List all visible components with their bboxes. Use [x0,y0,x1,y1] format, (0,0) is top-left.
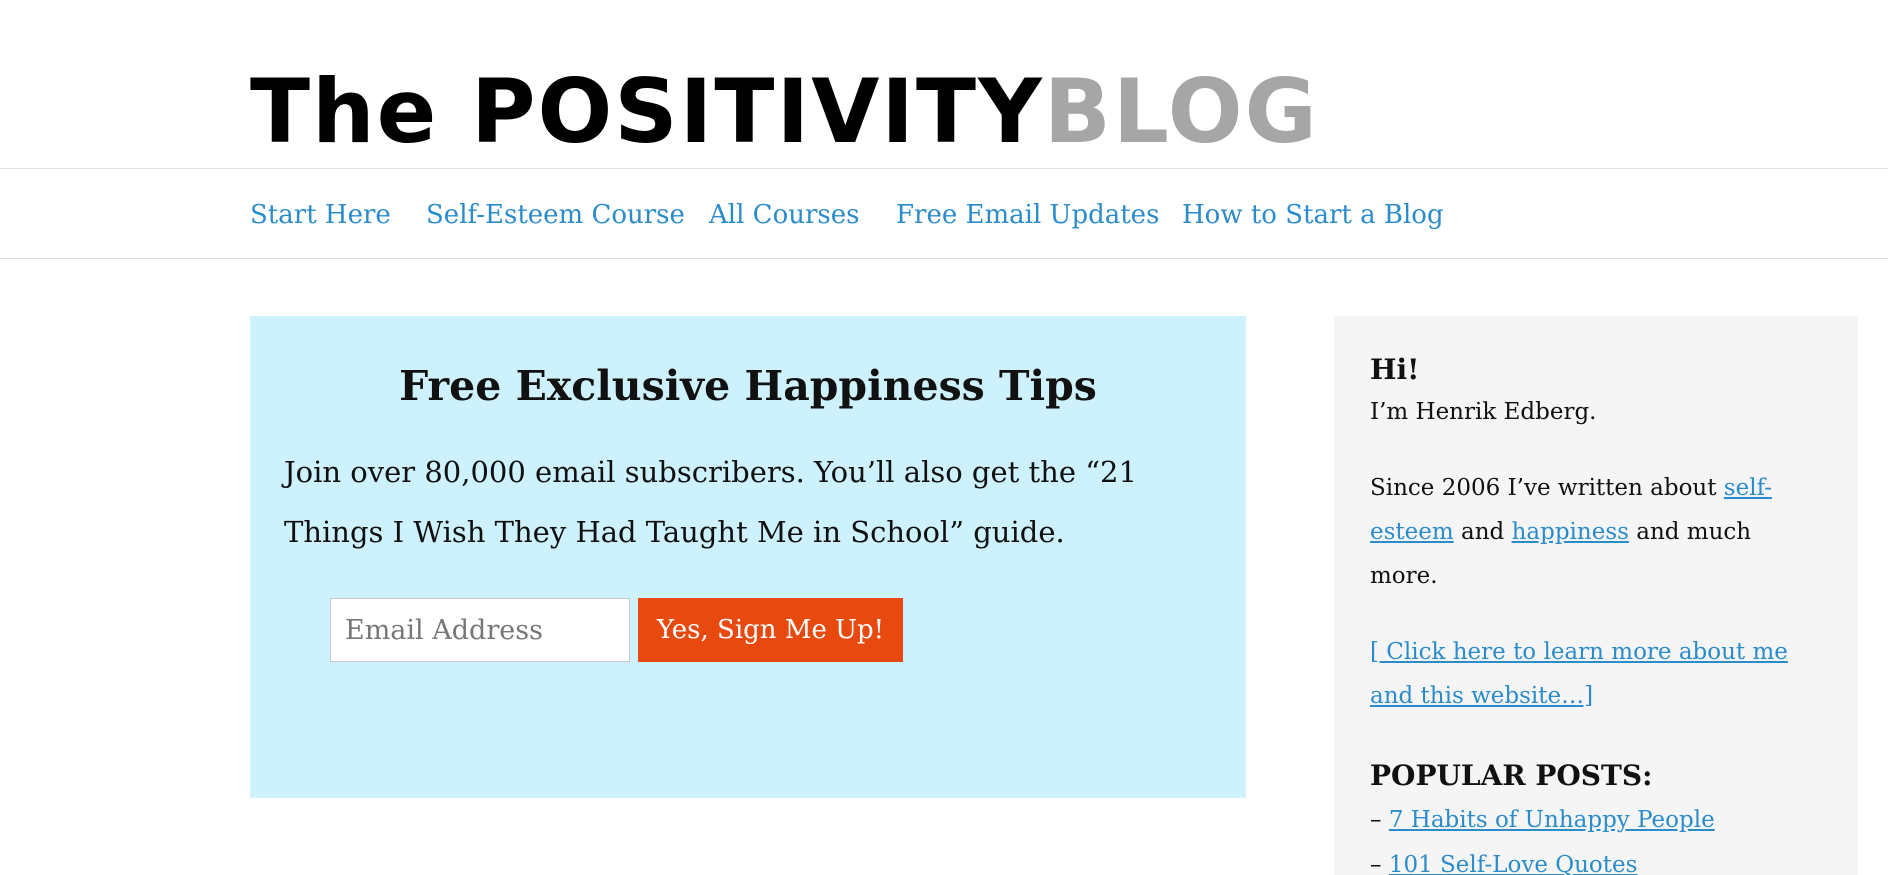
optin-title: Free Exclusive Happiness Tips [399,362,1097,410]
nav-start-here[interactable]: Start Here [250,200,391,230]
about-me-link[interactable]: [ Click here to learn more about me and … [1370,639,1788,709]
list-item: – 7 Habits of Unhappy People [1370,798,1822,843]
site-logo[interactable]: The POSITIVITYBLOG [250,62,1319,162]
nav-all-courses[interactable]: All Courses [709,200,859,230]
logo-the-text: The [250,60,471,163]
sidebar-greeting: Hi! [1370,353,1420,386]
nav-self-esteem-course[interactable]: Self-Esteem Course [426,200,685,230]
post-dash: – [1370,807,1389,833]
post-dash: – [1370,852,1389,875]
sidebar-intro: I’m Henrik Edberg. [1370,399,1597,425]
logo-positivity-text: POSITIVITY [471,60,1044,163]
optin-description: Join over 80,000 email subscribers. You’… [284,455,1137,549]
logo-blog-text: BLOG [1043,60,1319,163]
email-address-input[interactable] [330,598,630,662]
email-optin-box: Free Exclusive Happiness Tips Join over … [250,316,1246,798]
nav-free-email-updates[interactable]: Free Email Updates [896,200,1159,230]
sign-up-button[interactable]: Yes, Sign Me Up! [638,598,903,662]
popular-post-link[interactable]: 7 Habits of Unhappy People [1389,807,1715,833]
nav-how-to-start-a-blog[interactable]: How to Start a Blog [1182,200,1444,230]
main-navigation: Start Here Self-Esteem Course All Course… [0,168,1888,259]
and-text: and [1453,519,1512,545]
sidebar-since-text: Since 2006 I’ve written about self-estee… [1370,466,1822,598]
since-text: Since 2006 I’ve written about [1370,475,1724,501]
sidebar-about: Hi! I’m Henrik Edberg. Since 2006 I’ve w… [1334,316,1858,875]
list-item: – 101 Self-Love Quotes [1370,843,1822,875]
popular-post-link[interactable]: 101 Self-Love Quotes [1389,852,1638,875]
popular-posts-heading: POPULAR POSTS: [1370,759,1653,792]
link-happiness[interactable]: happiness [1512,519,1629,545]
